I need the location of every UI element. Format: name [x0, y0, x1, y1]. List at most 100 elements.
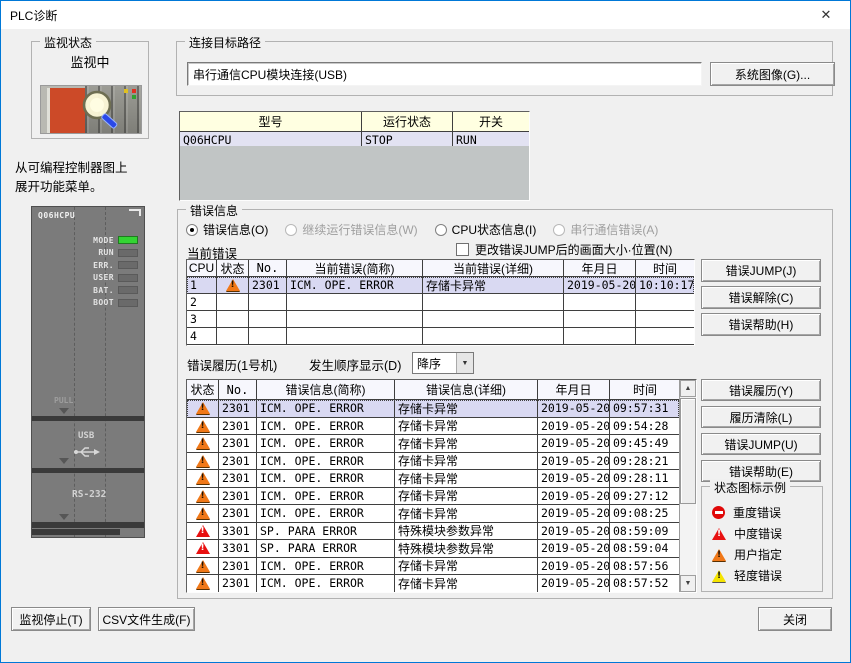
legend-item: 用户指定 — [712, 544, 782, 565]
cell-summary: ICM. OPE. ERROR — [257, 488, 395, 505]
user-warning-icon — [196, 560, 210, 572]
current-header-cell: CPU — [187, 260, 217, 277]
table-row[interactable]: 2301ICM. OPE. ERROR存储卡异常2019-05-2008:57:… — [187, 558, 679, 576]
jump-resize-checkbox[interactable] — [456, 243, 469, 256]
table-row[interactable]: 4 — [187, 328, 694, 345]
close-button[interactable]: 关闭 — [758, 607, 832, 631]
cell-no: 3301 — [219, 540, 257, 557]
cell-time — [636, 328, 694, 344]
history-scrollbar[interactable]: ▲ ▼ — [679, 380, 696, 592]
current-error-header: CPU状态No.当前错误(简称)当前错误(详细)年月日时间 — [187, 260, 694, 277]
radio-icon[interactable] — [186, 224, 198, 236]
cell-cpu: 1 — [187, 277, 217, 293]
radio-error-type-1[interactable]: 继续运行错误信息(W) — [285, 221, 417, 238]
radio-icon[interactable] — [285, 224, 297, 236]
table-row[interactable]: 2301ICM. OPE. ERROR存储卡异常2019-05-2009:28:… — [187, 470, 679, 488]
history-content: 状态No.错误信息(简称)错误信息(详细)年月日时间 2301ICM. OPE.… — [187, 380, 679, 592]
current-error-rows: 12301ICM. OPE. ERROR存储卡异常2019-05-2010:10… — [187, 277, 694, 345]
sort-order-label: 发生顺序显示(D) — [309, 355, 401, 374]
slot-arrow-icon — [59, 408, 69, 414]
cell-status — [187, 488, 219, 505]
user-warning-icon — [712, 549, 726, 561]
cell-status — [217, 328, 249, 344]
cell-detail: 存储卡异常 — [395, 453, 538, 470]
cell-no — [249, 311, 287, 327]
cell-date: 2019-05-20 — [564, 277, 636, 293]
legend-item-label: 重度错误 — [733, 504, 781, 521]
table-row[interactable]: 2301ICM. OPE. ERROR存储卡异常2019-05-2009:28:… — [187, 453, 679, 471]
plc-diagnostics-dialog: PLC诊断 ✕ 监视状态 监视中 从可编程控制器图上 展开功能菜单。 Q06HC… — [0, 0, 851, 663]
status-icon-legend-group: 状态图标示例 重度错误中度错误用户指定轻度错误 — [701, 486, 823, 592]
cell-status — [187, 435, 219, 452]
table-row[interactable]: 12301ICM. OPE. ERROR存储卡异常2019-05-2010:10… — [187, 277, 694, 294]
system-image-button[interactable]: 系统图像(G)... — [710, 62, 835, 86]
cell-summary — [287, 294, 423, 310]
cell-status — [187, 558, 219, 575]
radio-error-type-2[interactable]: CPU状态信息(I) — [435, 221, 537, 238]
cell-date: 2019-05-20 — [538, 540, 610, 557]
monitor-stop-button[interactable]: 监视停止(T) — [11, 607, 91, 631]
error-info-group-label: 错误信息 — [186, 202, 242, 219]
radio-error-type-3[interactable]: 串行通信错误(A) — [553, 221, 658, 238]
table-row[interactable]: 2 — [187, 294, 694, 311]
error-jump-u-button[interactable]: 错误JUMP(U) — [701, 433, 821, 455]
table-row[interactable]: 3301SP. PARA ERROR特殊模块参数异常2019-05-2008:5… — [187, 523, 679, 541]
plc-module-graphic[interactable]: Q06HCPU MODERUNERR.USERBAT.BOOT PULL USB… — [31, 206, 145, 538]
error-history-table: 状态No.错误信息(简称)错误信息(详细)年月日时间 2301ICM. OPE.… — [186, 379, 697, 593]
radio-icon[interactable] — [553, 224, 565, 236]
history-header-cell: 时间 — [610, 380, 680, 400]
cpu-table-header: 型号 运行状态 开关 — [180, 112, 529, 132]
table-row[interactable]: 3 — [187, 311, 694, 328]
close-icon[interactable]: ✕ — [810, 3, 842, 27]
table-row[interactable]: 2301ICM. OPE. ERROR存储卡异常2019-05-2008:57:… — [187, 575, 679, 593]
current-header-cell: 状态 — [217, 260, 249, 277]
csv-generate-button[interactable]: CSV文件生成(F) — [98, 607, 195, 631]
led-indicator — [118, 249, 138, 257]
cell-date: 2019-05-20 — [538, 418, 610, 435]
error-history-button[interactable]: 错误履历(Y) — [701, 379, 821, 401]
user-warning-icon — [196, 437, 210, 449]
table-row[interactable]: 2301ICM. OPE. ERROR存储卡异常2019-05-2009:57:… — [187, 400, 679, 418]
scroll-up-icon[interactable]: ▲ — [680, 380, 696, 397]
legend-items: 重度错误中度错误用户指定轻度错误 — [712, 502, 782, 586]
user-warning-icon — [226, 279, 240, 291]
severe-circle-icon — [712, 506, 725, 519]
cell-detail: 存储卡异常 — [395, 470, 538, 487]
cell-detail: 存储卡异常 — [395, 558, 538, 575]
cell-no: 3301 — [219, 523, 257, 540]
jump-resize-checkbox-label: 更改错误JUMP后的画面大小·位置(N) — [475, 241, 672, 258]
slot-divider — [32, 522, 144, 528]
user-warning-icon — [196, 490, 210, 502]
table-row[interactable]: 2301ICM. OPE. ERROR存储卡异常2019-05-2009:08:… — [187, 505, 679, 523]
cell-date — [564, 294, 636, 310]
jump-resize-checkbox-row[interactable]: 更改错误JUMP后的画面大小·位置(N) — [456, 241, 672, 258]
radio-error-type-0[interactable]: 错误信息(O) — [186, 221, 268, 238]
history-clear-button[interactable]: 履历清除(L) — [701, 406, 821, 428]
current-header-cell: 当前错误(详细) — [423, 260, 564, 277]
radio-icon[interactable] — [435, 224, 447, 236]
radio-label: 串行通信错误(A) — [570, 221, 658, 238]
cell-summary: ICM. OPE. ERROR — [257, 505, 395, 522]
cell-no: 2301 — [219, 505, 257, 522]
led-row: MODE — [48, 234, 138, 247]
cell-no: 2301 — [249, 277, 287, 293]
cell-status — [187, 505, 219, 522]
table-row[interactable]: 2301ICM. OPE. ERROR存储卡异常2019-05-2009:45:… — [187, 435, 679, 453]
cell-summary — [287, 311, 423, 327]
medium-warning-icon — [196, 542, 210, 554]
error-clear-button[interactable]: 错误解除(C) — [701, 286, 821, 309]
chevron-down-icon[interactable]: ▼ — [456, 353, 473, 373]
error-jump-j-button[interactable]: 错误JUMP(J) — [701, 259, 821, 282]
table-row[interactable]: 2301ICM. OPE. ERROR存储卡异常2019-05-2009:27:… — [187, 488, 679, 506]
cell-summary: ICM. OPE. ERROR — [257, 435, 395, 452]
table-row[interactable]: 2301ICM. OPE. ERROR存储卡异常2019-05-2009:54:… — [187, 418, 679, 436]
table-row[interactable]: 3301SP. PARA ERROR特殊模块参数异常2019-05-2008:5… — [187, 540, 679, 558]
legend-group-label: 状态图标示例 — [710, 479, 790, 496]
scroll-down-icon[interactable]: ▼ — [680, 575, 696, 592]
sort-order-combo[interactable]: 降序 ▼ — [412, 352, 474, 374]
slot-arrow-icon — [59, 458, 69, 464]
connection-path-field[interactable]: 串行通信CPU模块连接(USB) — [187, 62, 702, 86]
scrollbar-thumb[interactable] — [680, 398, 696, 504]
error-help-h-button[interactable]: 错误帮助(H) — [701, 313, 821, 336]
legend-item: 重度错误 — [712, 502, 782, 523]
